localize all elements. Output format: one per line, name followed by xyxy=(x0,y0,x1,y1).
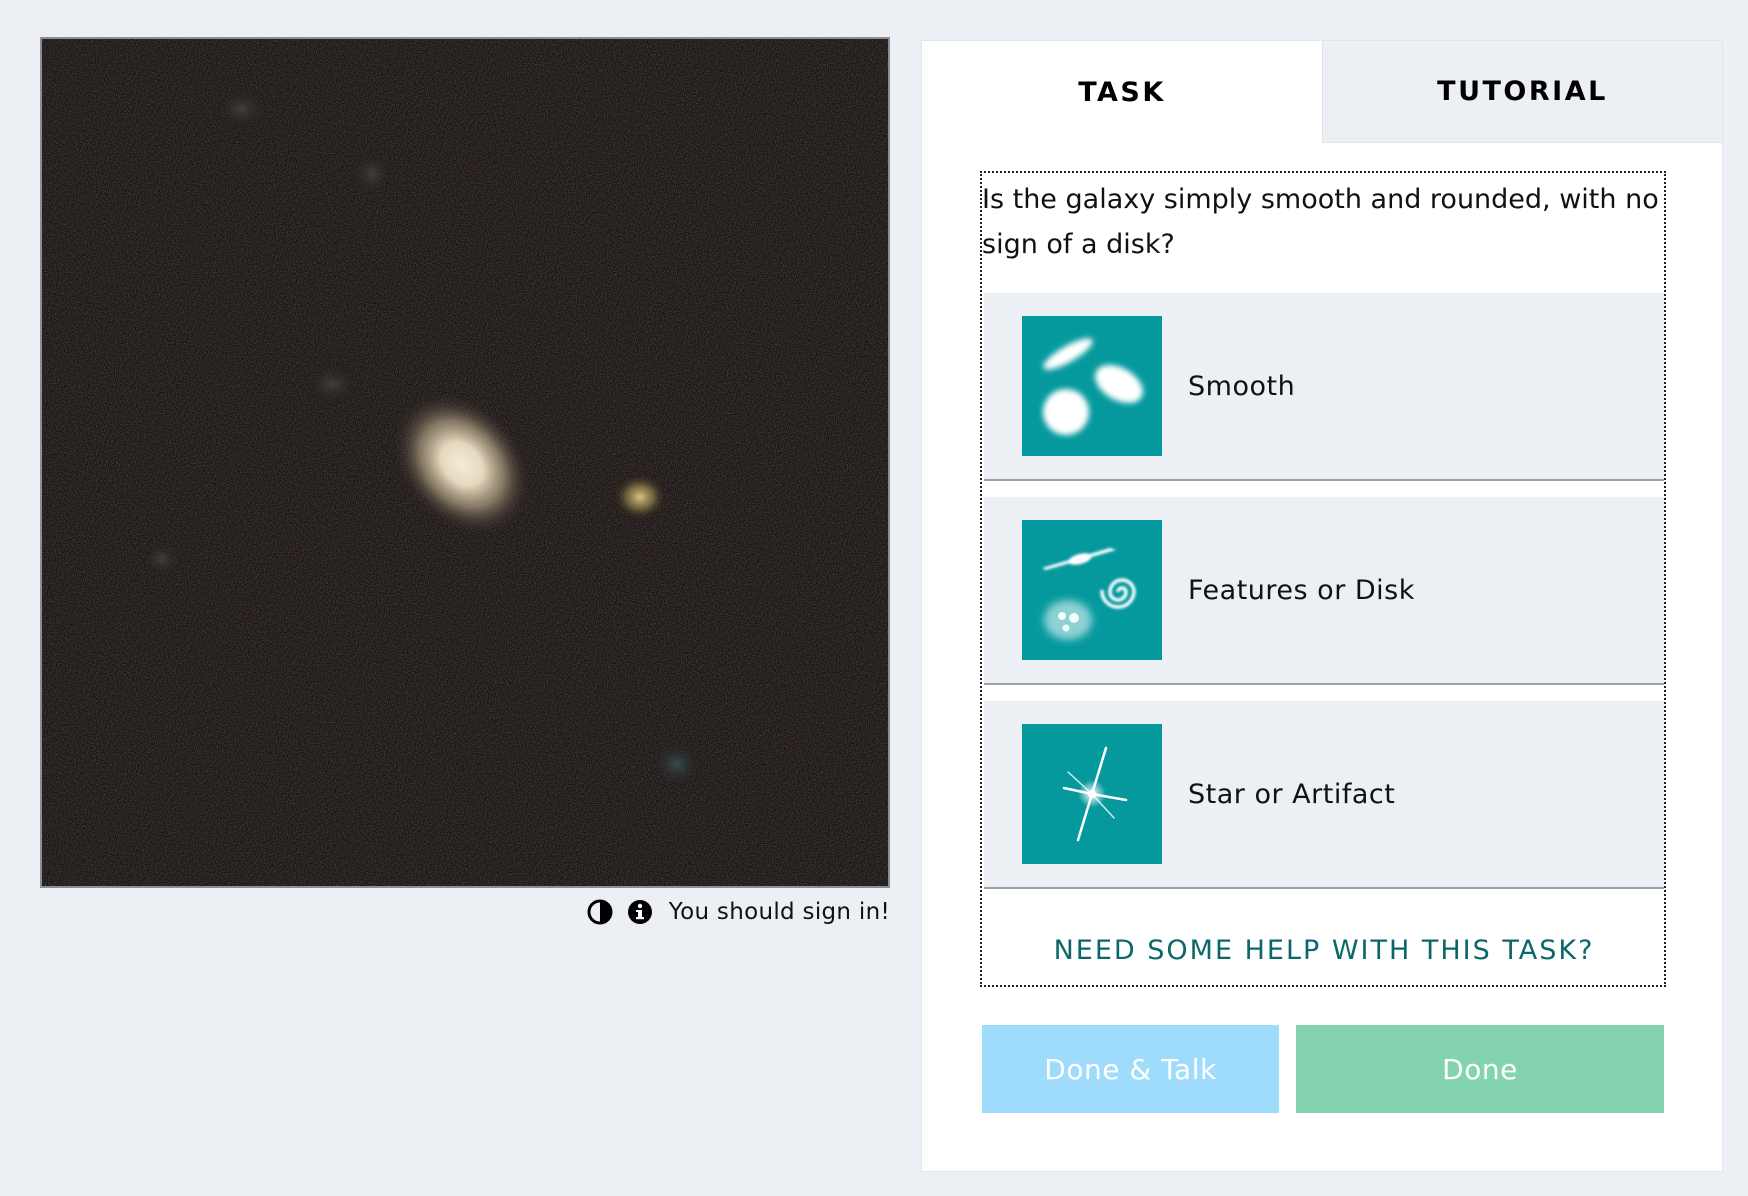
done-and-talk-button[interactable]: Done & Talk xyxy=(982,1025,1279,1113)
image-meta-bar: You should sign in! xyxy=(40,890,890,934)
done-button[interactable]: Done xyxy=(1296,1025,1664,1113)
answer-smooth[interactable]: Smooth xyxy=(984,293,1664,479)
tab-task[interactable]: TASK xyxy=(922,41,1322,143)
answer-features-or-disk[interactable]: Features or Disk xyxy=(984,497,1664,683)
answer-label-smooth: Smooth xyxy=(1188,370,1296,402)
classify-page: You should sign in! TASK TUTORIAL Is the… xyxy=(0,0,1748,1196)
answer-label-star-or-artifact: Star or Artifact xyxy=(1188,778,1396,810)
tab-tutorial[interactable]: TUTORIAL xyxy=(1322,41,1722,143)
panel-tabs: TASK TUTORIAL xyxy=(922,41,1722,143)
galaxy-subject-image[interactable] xyxy=(40,37,890,888)
answer-label-features-or-disk: Features or Disk xyxy=(1188,574,1415,606)
answer-star-or-artifact[interactable]: Star or Artifact xyxy=(984,701,1664,887)
task-help-link[interactable]: NEED SOME HELP WITH THIS TASK? xyxy=(982,935,1666,966)
galaxy-image-svg xyxy=(42,39,888,886)
features-disk-icon xyxy=(1022,520,1162,660)
invert-contrast-icon[interactable] xyxy=(585,897,615,927)
sign-in-prompt[interactable]: You should sign in! xyxy=(669,899,890,925)
task-question: Is the galaxy simply smooth and rounded,… xyxy=(982,184,1659,260)
smooth-galaxy-icon xyxy=(1022,316,1162,456)
task-area: Is the galaxy simply smooth and rounded,… xyxy=(980,171,1666,987)
info-icon[interactable] xyxy=(625,897,655,927)
task-panel: TASK TUTORIAL Is the galaxy simply smoot… xyxy=(921,40,1723,1172)
star-artifact-icon xyxy=(1022,724,1162,864)
